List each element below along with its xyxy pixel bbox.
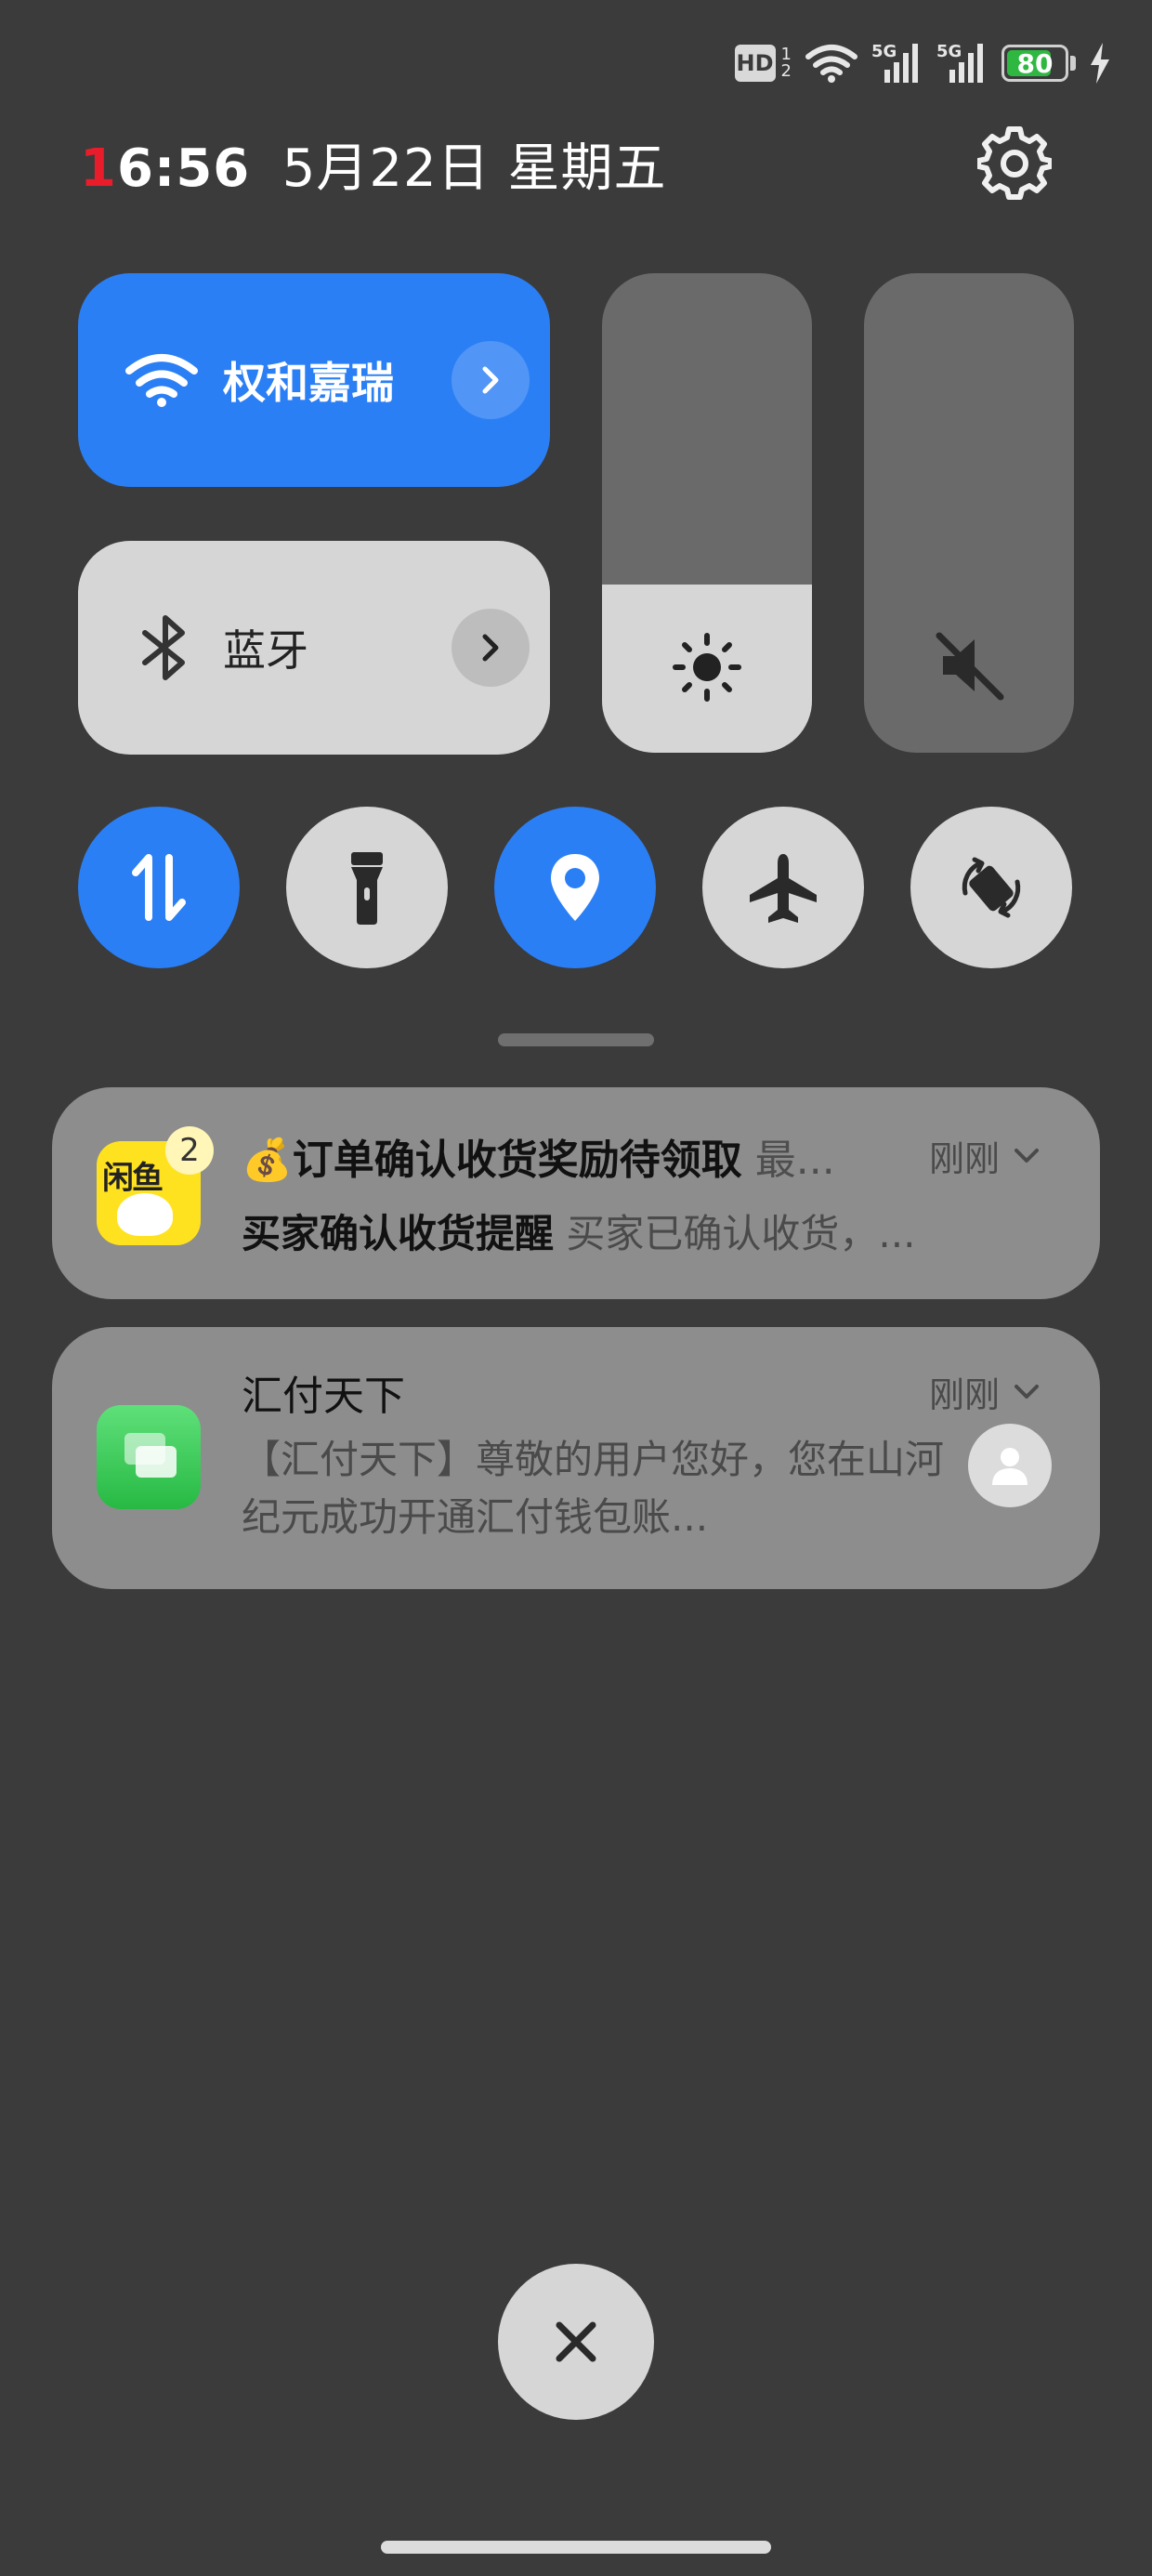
bluetooth-icon	[142, 615, 185, 680]
signal-bars-icon	[949, 44, 983, 83]
messages-app-icon	[97, 1405, 201, 1509]
signal-bars-icon	[884, 44, 918, 83]
hd-voice-icon: HD	[734, 45, 776, 82]
clear-notifications-button[interactable]	[498, 2264, 654, 2420]
airplane-mode-toggle[interactable]	[702, 807, 864, 968]
battery-level: 80	[1016, 47, 1054, 79]
chevron-down-icon	[1015, 1384, 1039, 1399]
notification-time[interactable]: 刚刚	[929, 1366, 1041, 1417]
notification-body-text: 买家已确认收货，...	[554, 1211, 916, 1256]
date-time: 16:56 5月22日 星期五	[80, 126, 666, 202]
sun-icon	[673, 633, 741, 702]
flashlight-toggle[interactable]	[286, 807, 448, 968]
notification-messages[interactable]: 汇付天下 刚刚 【汇付天下】尊敬的用户您好，您在山河纪元成功开通汇付钱包账...	[52, 1327, 1100, 1589]
data-arrows-icon	[132, 854, 186, 921]
auto-rotate-toggle[interactable]	[910, 807, 1072, 968]
person-icon	[992, 1448, 1028, 1485]
wifi-tile[interactable]: 权和嘉瑞	[78, 273, 550, 487]
mobile-data-toggle[interactable]	[78, 807, 240, 968]
flashlight-icon	[351, 852, 383, 925]
location-pin-icon	[551, 854, 599, 921]
wifi-details-button[interactable]	[452, 341, 530, 419]
clock-first-digit: 1	[80, 138, 117, 199]
wifi-signal-icon	[805, 45, 857, 83]
panel-drag-handle[interactable]	[498, 1033, 654, 1046]
notification-time-label: 刚刚	[928, 1374, 1000, 1415]
notification-title: 汇付天下	[242, 1373, 405, 1420]
brightness-slider[interactable]	[602, 273, 812, 753]
clock-time: 6:56	[116, 138, 251, 199]
airplane-icon	[750, 854, 817, 923]
volume-slider[interactable]	[864, 273, 1074, 753]
sim-slot-indicator: 1 2	[781, 46, 792, 80]
location-toggle[interactable]	[494, 807, 656, 968]
notification-count-badge: 2	[165, 1126, 214, 1175]
xianyu-logo-text: 闲鱼	[102, 1160, 164, 1197]
bluetooth-label: 蓝牙	[223, 625, 308, 676]
notification-xianyu[interactable]: 闲鱼 2 💰订单确认收货奖励待领取 最... 刚刚 买家确认收货提醒 买家已确认…	[52, 1087, 1100, 1299]
notification-title: 💰订单确认收货奖励待领取 最...	[242, 1126, 835, 1186]
xianyu-mascot	[117, 1193, 173, 1236]
notification-body: 买家确认收货提醒 买家已确认收货，...	[242, 1203, 915, 1259]
date-label: 5月22日 星期五	[281, 138, 667, 199]
notification-body: 【汇付天下】尊敬的用户您好，您在山河纪元成功开通汇付钱包账...	[242, 1437, 945, 1540]
bluetooth-details-button[interactable]	[452, 609, 530, 687]
bluetooth-tile[interactable]: 蓝牙	[78, 541, 550, 755]
mute-icon	[936, 632, 1004, 701]
battery-icon: 80	[1001, 45, 1068, 82]
notification-title-text: 订单确认收货奖励待领取	[292, 1137, 742, 1184]
xianyu-app-icon: 闲鱼 2	[97, 1126, 214, 1245]
chat-bubble-icon	[124, 1433, 177, 1478]
contact-avatar	[968, 1424, 1052, 1507]
settings-button[interactable]	[975, 126, 1054, 201]
sim-slot-bottom: 2	[780, 61, 792, 81]
chevron-right-icon	[482, 366, 499, 394]
notification-time[interactable]: 刚刚	[929, 1130, 1041, 1181]
cell-signal-1: 5G	[871, 42, 923, 85]
notification-time-label: 刚刚	[928, 1138, 1000, 1179]
chevron-right-icon	[482, 634, 499, 662]
status-icons: HD 1 2 5G 5G 80	[734, 37, 1111, 89]
cell-signal-2: 5G	[936, 42, 988, 85]
battery-cap	[1070, 56, 1076, 71]
charging-icon	[1091, 43, 1109, 84]
wifi-icon	[125, 354, 198, 407]
close-icon	[556, 2321, 596, 2362]
notification-body-bold: 买家确认收货提醒	[242, 1211, 555, 1256]
wifi-network-name: 权和嘉瑞	[223, 358, 394, 408]
notification-title-more: 最...	[741, 1137, 835, 1184]
status-bar: HD 1 2 5G 5G 80	[0, 0, 1152, 121]
settings-icon	[975, 126, 1054, 200]
rotate-icon	[962, 857, 1021, 918]
home-indicator[interactable]	[381, 2541, 771, 2554]
chevron-down-icon	[1015, 1148, 1039, 1163]
money-bag-icon: 💰	[242, 1137, 293, 1184]
